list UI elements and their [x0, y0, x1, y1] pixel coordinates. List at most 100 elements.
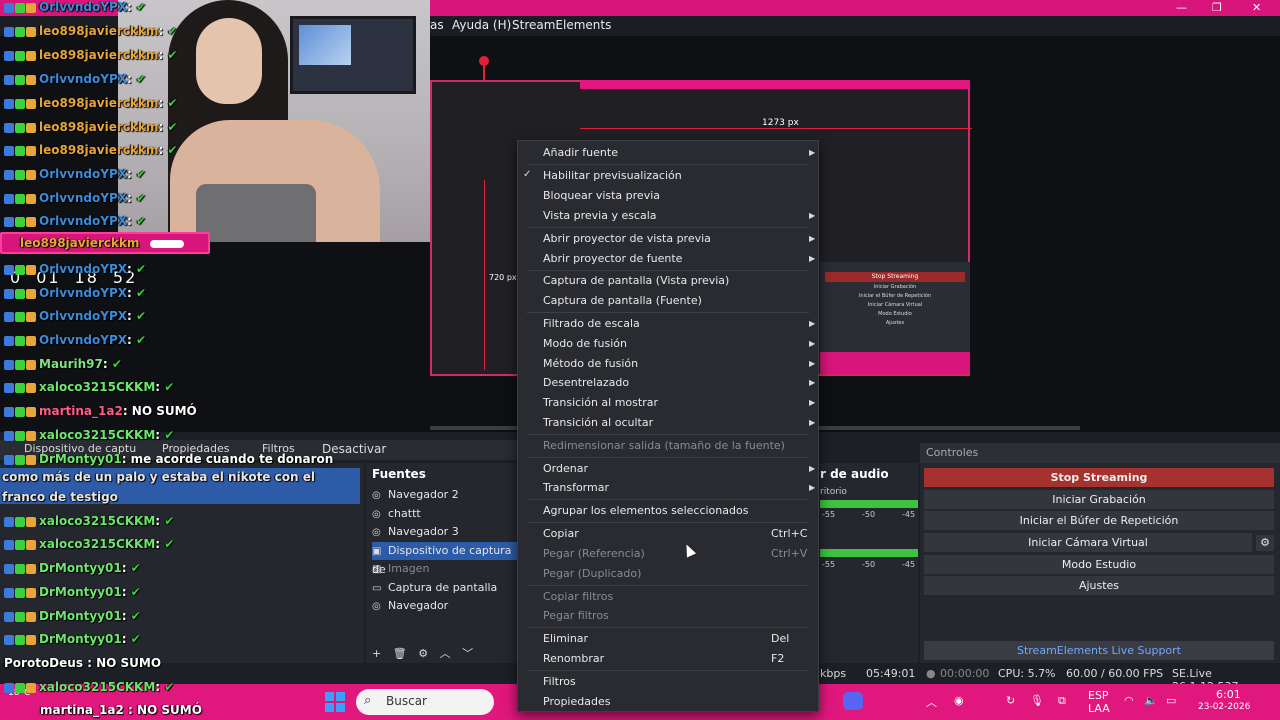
context-menu-item[interactable]: Método de fusión	[543, 357, 638, 371]
chat-badge-icons	[4, 3, 37, 14]
shortcut-label: Ctrl+V	[771, 547, 808, 560]
globe-icon: ◎	[372, 601, 381, 612]
chat-message: xaloco3215CKKM: ✔	[4, 514, 174, 528]
chat-username: OrlvvndoYPX	[39, 286, 127, 300]
minimize-icon[interactable]: —	[1176, 0, 1187, 16]
battery-icon[interactable]: ▭	[1166, 694, 1176, 707]
context-menu-item[interactable]: Transformar	[543, 481, 609, 495]
emote-icon: ✔	[160, 537, 175, 551]
context-menu-item[interactable]: Habilitar previsualización	[543, 169, 682, 183]
globe-icon: ◎	[372, 527, 381, 538]
shortcut-label: F2	[771, 652, 785, 665]
menu-item-ayuda[interactable]: Ayuda (H)	[452, 18, 511, 32]
context-menu-item[interactable]: Renombrar	[543, 652, 604, 666]
context-menu-item[interactable]: Bloquear vista previa	[543, 189, 660, 203]
submenu-arrow-icon: ▶	[809, 211, 816, 220]
start-recording-button[interactable]: Iniciar Grabación	[924, 490, 1274, 509]
trash-icon[interactable]: 🗑	[393, 647, 407, 660]
gear-icon[interactable]: ⚙	[418, 647, 428, 660]
close-icon[interactable]: ✕	[1252, 0, 1261, 16]
menu-item-partial[interactable]: as	[430, 18, 444, 32]
discord-icon[interactable]	[843, 692, 863, 710]
chat-badge-icons	[4, 383, 37, 394]
checkmark-icon: ✓	[523, 169, 532, 180]
context-menu-item[interactable]: Vista previa y escala	[543, 209, 657, 223]
audio-channel-label: ritorio	[820, 487, 847, 497]
windows-start-icon[interactable]	[325, 692, 345, 712]
live-support-button[interactable]: StreamElements Live Support	[924, 641, 1274, 660]
source-item[interactable]: ◎ Navegador	[372, 597, 518, 615]
rotation-handle[interactable]	[479, 56, 489, 66]
chat-username: OrlvvndoYPX	[39, 333, 127, 347]
context-menu-item[interactable]: Filtrado de escala	[543, 317, 640, 331]
clock-time[interactable]: 6:01	[1216, 688, 1241, 701]
source-item[interactable]: ▭ Captura de pantalla	[372, 579, 518, 597]
source-item[interactable]: ▣ Dispositivo de captura de	[372, 541, 518, 576]
chevron-up-icon[interactable]: ︿	[926, 694, 937, 710]
submenu-arrow-icon: ▶	[809, 359, 816, 368]
mic-icon[interactable]: 🎙	[1030, 694, 1044, 707]
virtual-camera-button[interactable]: Iniciar Cámara Virtual	[924, 533, 1252, 552]
chat-message: DrMontyy01: ✔	[4, 632, 141, 646]
replay-buffer-button[interactable]: Iniciar el Búfer de Repetición	[924, 511, 1274, 530]
nested-control: Modo Estudio	[878, 311, 912, 317]
stop-streaming-button[interactable]: Stop Streaming	[924, 468, 1274, 487]
globe-icon: ◎	[372, 490, 381, 501]
chat-message: Maurih97: ✔	[4, 357, 122, 371]
app-tray-icon[interactable]: ◉	[954, 694, 964, 707]
context-menu-item[interactable]: Eliminar	[543, 632, 588, 646]
context-menu-item[interactable]: Copiar	[543, 527, 579, 541]
chat-badge-icons	[4, 27, 37, 38]
context-menu-item[interactable]: Abrir proyector de vista previa	[543, 232, 711, 246]
chat-badge-icons	[4, 289, 37, 300]
context-menu-item[interactable]: Captura de pantalla (Fuente)	[543, 294, 702, 308]
emote-icon: ✔	[160, 380, 175, 394]
context-menu-item[interactable]: Ordenar	[543, 462, 588, 476]
chat-username: DrMontyy01	[39, 609, 122, 623]
context-menu-item[interactable]: Transición al ocultar	[543, 416, 653, 430]
volume-meter	[820, 500, 918, 508]
context-menu-item[interactable]: Abrir proyector de fuente	[543, 252, 682, 266]
source-item[interactable]: ◎ Navegador 3	[372, 523, 518, 541]
context-menu-item[interactable]: Propiedades	[543, 695, 610, 709]
studio-mode-button[interactable]: Modo Estudio	[924, 555, 1274, 574]
context-menu-item[interactable]: Agrupar los elementos seleccionados	[543, 504, 748, 518]
chat-message: DrMontyy01: ✔	[4, 561, 141, 575]
menu-item-streamelements[interactable]: StreamElements	[512, 18, 611, 32]
context-menu-item[interactable]: Filtros	[543, 675, 576, 689]
volume-icon[interactable]: 🔈	[1144, 694, 1158, 707]
settings-button[interactable]: Ajustes	[924, 576, 1274, 595]
move-down-icon[interactable]: ﹀	[462, 647, 473, 660]
context-menu-item[interactable]: Transición al mostrar	[543, 396, 658, 410]
context-menu-item[interactable]: Captura de pantalla (Vista previa)	[543, 274, 729, 288]
move-up-icon[interactable]: ︿	[440, 647, 451, 660]
chat-message: OrlvvndoYPX: ✔	[4, 191, 146, 205]
emote-icon: ✔	[126, 632, 141, 646]
source-item[interactable]: ▨ Imagen	[372, 560, 518, 578]
context-menu-item[interactable]: Desentrelazado	[543, 376, 629, 390]
emote-icon: ✔	[126, 609, 141, 623]
app-tray-icon[interactable]: ⧉	[1058, 694, 1066, 708]
app-tray-icon[interactable]: ↻	[1006, 694, 1015, 707]
emote-icon: ✔	[163, 48, 178, 62]
source-label: Navegador 2	[388, 488, 459, 501]
context-menu-item[interactable]: Modo de fusión	[543, 337, 627, 351]
submenu-arrow-icon: ▶	[809, 464, 816, 473]
source-item[interactable]: ◎ chattt	[372, 505, 518, 523]
source-item[interactable]: ◎ Navegador 2	[372, 486, 518, 504]
chat-message: OrlvvndoYPX: ✔	[4, 0, 146, 14]
chat-badge-icons	[4, 312, 37, 323]
emote-icon: ✔	[160, 514, 175, 528]
wifi-icon[interactable]: ◠	[1124, 694, 1134, 707]
context-menu-item[interactable]: Añadir fuente	[543, 146, 618, 160]
taskbar-search[interactable]: ⌕ Buscar	[356, 689, 494, 715]
emote-icon: ✔	[131, 262, 147, 276]
add-source-icon[interactable]: +	[372, 647, 381, 660]
language-indicator[interactable]: ESP	[1088, 689, 1109, 702]
emote-icon: ✔	[160, 428, 175, 442]
chat-username: DrMontyy01	[39, 585, 122, 599]
emote-icon: ✔	[131, 72, 147, 86]
gear-icon[interactable]: ⚙	[1256, 535, 1274, 551]
maximize-icon[interactable]: ❐	[1212, 0, 1222, 16]
context-menu-item: Pegar (Duplicado)	[543, 567, 642, 580]
